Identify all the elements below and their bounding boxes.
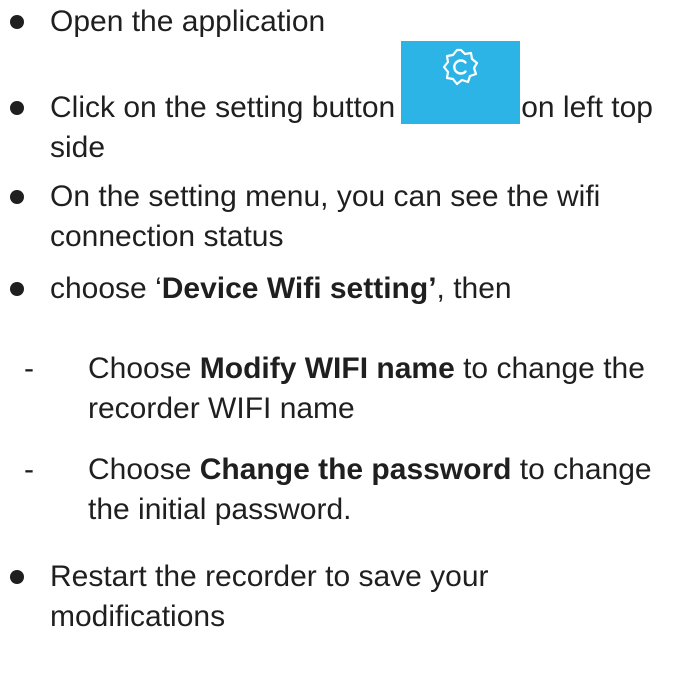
- dash-marker: -: [24, 352, 34, 385]
- bullet-icon: [10, 101, 24, 115]
- dash-marker: -: [24, 453, 34, 486]
- step-text: connection status: [50, 220, 284, 253]
- step-text: Click on the setting button: [50, 91, 396, 124]
- step-text: On the setting menu, you can see the wif…: [50, 180, 601, 213]
- step-click-settings: Click on the setting button on left top s…: [50, 88, 686, 168]
- step-text: modifications: [50, 600, 226, 633]
- step-text: Choose: [88, 453, 200, 486]
- substep-change-password: Choose Change the password to change the…: [88, 450, 686, 530]
- step-restart-recorder: Restart the recorder to save your modifi…: [50, 557, 686, 637]
- step-bold-text: Device Wifi setting’: [161, 272, 437, 305]
- step-bold-text: Change the password: [199, 453, 512, 486]
- step-text: to change: [511, 453, 652, 486]
- step-settings-menu: On the setting menu, you can see the wif…: [50, 177, 686, 257]
- step-text: choose ‘: [50, 272, 162, 305]
- step-text: Restart the recorder to save your: [50, 560, 489, 593]
- step-text: Open the application: [50, 5, 326, 38]
- step-text: to change the: [454, 352, 645, 385]
- step-device-wifi-setting: choose ‘Device Wifi setting’, then: [50, 269, 686, 309]
- step-text: on left top: [521, 91, 653, 124]
- bullet-icon: [10, 15, 24, 29]
- step-text: , then: [436, 272, 512, 305]
- bullet-icon: [10, 570, 24, 584]
- substep-modify-wifi-name: Choose Modify WIFI name to change the re…: [88, 349, 686, 429]
- step-text: Choose: [88, 352, 200, 385]
- step-text: the initial password.: [88, 493, 352, 526]
- bullet-icon: [10, 282, 24, 296]
- step-text: side: [50, 131, 106, 164]
- step-bold-text: Modify WIFI name: [199, 352, 455, 385]
- instructions-document: Open the application Click on the settin…: [0, 0, 694, 691]
- step-open-application: Open the application: [50, 2, 686, 42]
- step-text: recorder WIFI name: [88, 392, 355, 425]
- settings-gear-c-icon: [442, 48, 479, 86]
- bullet-icon: [10, 190, 24, 204]
